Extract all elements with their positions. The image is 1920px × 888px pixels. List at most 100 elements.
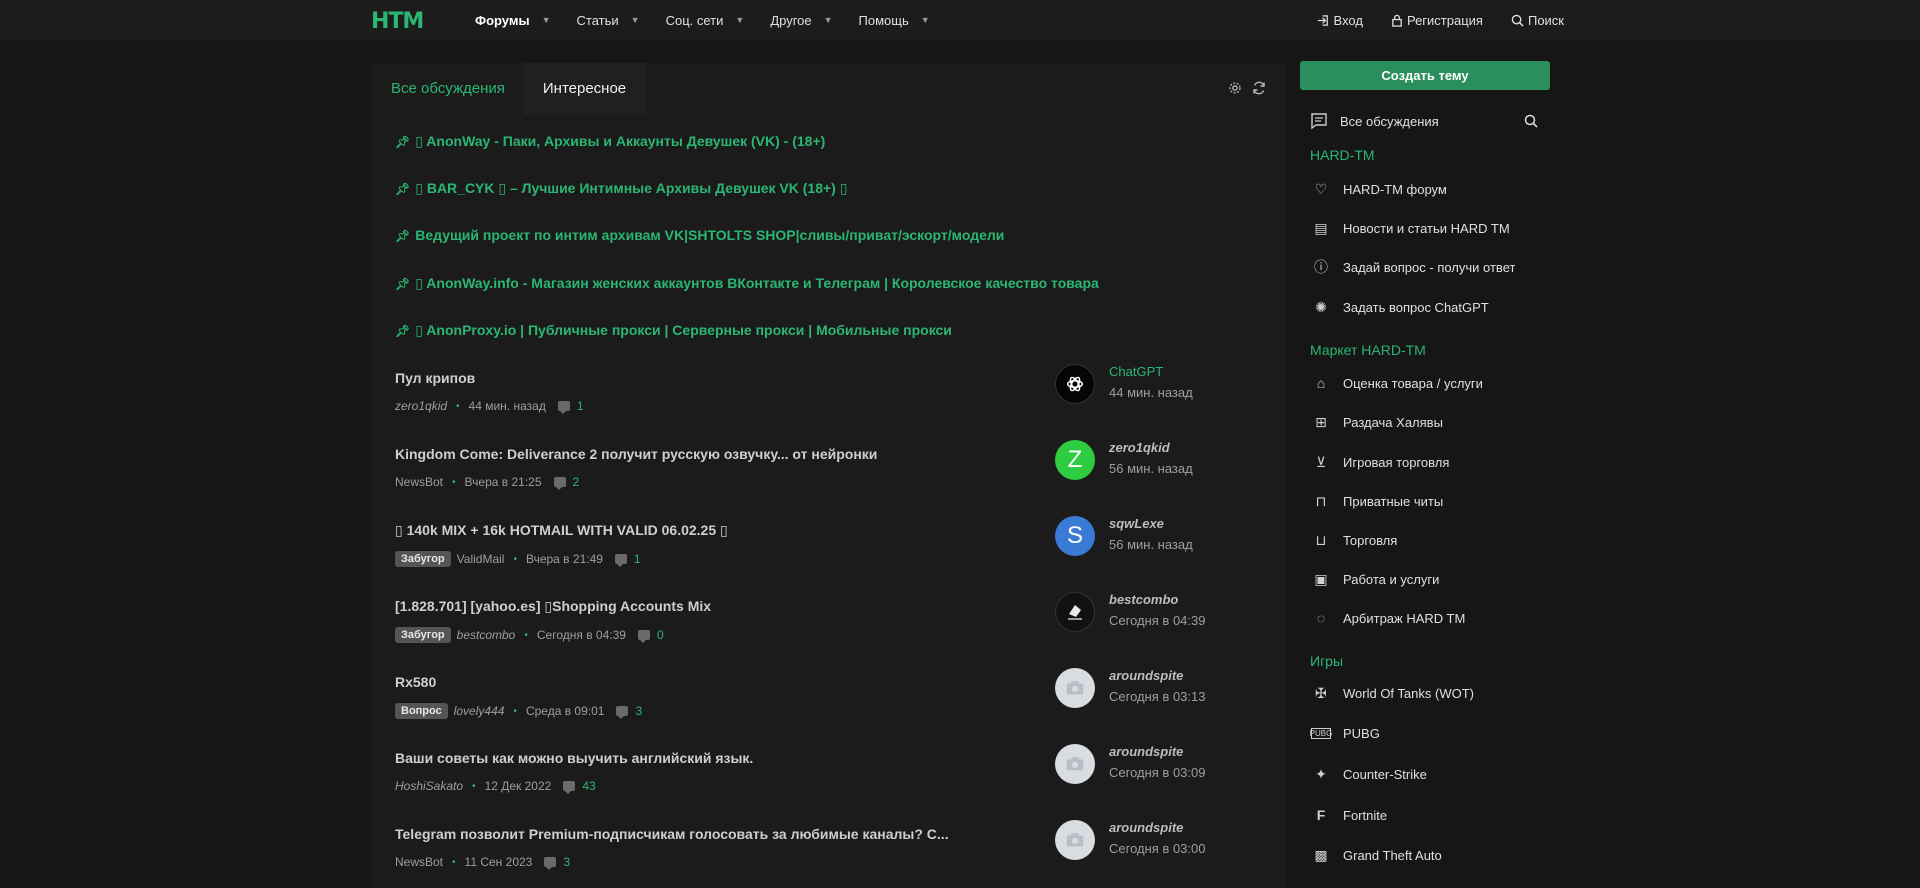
avatar[interactable]: [1055, 668, 1095, 708]
thread-title[interactable]: Пул крипов: [395, 370, 475, 386]
thread-author[interactable]: lovely444: [454, 704, 505, 718]
pin-icon: 📌︎: [395, 229, 411, 243]
nav-forums-label: Форумы: [475, 12, 530, 28]
last-poster[interactable]: aroundspite: [1109, 668, 1183, 683]
sidebar-item-jobs[interactable]: ▣ Работа и услуги: [1300, 561, 1550, 597]
thread-author[interactable]: HoshiSakato: [395, 779, 463, 793]
gear-icon[interactable]: [1228, 81, 1242, 95]
last-poster[interactable]: sqwLexe: [1109, 516, 1164, 531]
reply-count[interactable]: 3: [635, 704, 642, 718]
sticky-thread-title: ▯ AnonWay.info - Магазин женских аккаунт…: [415, 275, 1099, 291]
site-logo[interactable]: HTM: [371, 9, 427, 34]
sticky-thread[interactable]: 📌︎ ▯ AnonWay - Паки, Архивы и Аккаунты Де…: [395, 133, 825, 153]
sidebar-item-cheats[interactable]: ⊓ Приватные читы: [1300, 483, 1550, 519]
account-links: Вход Регистрация Поиск: [1289, 0, 1564, 40]
reply-count[interactable]: 1: [577, 399, 584, 413]
avatar[interactable]: [1055, 820, 1095, 860]
nav-social[interactable]: Соц. сети ▼: [666, 0, 745, 40]
last-post-time: Сегодня в 03:13: [1109, 689, 1206, 704]
prefix-badge[interactable]: Вопрос: [395, 703, 448, 719]
sidebar-item-giveaway[interactable]: ⊞ Раздача Халявы: [1300, 404, 1550, 440]
tab-tools: [1218, 81, 1266, 95]
chatgpt-icon: ✺: [1315, 298, 1327, 315]
sidebar-item-pubg[interactable]: PUBG PUBG: [1300, 715, 1550, 751]
sidebar-item-questions[interactable]: ⓘ Задай вопрос - получи ответ: [1300, 249, 1550, 285]
thread-author[interactable]: NewsBot: [395, 855, 443, 869]
thread-title[interactable]: Telegram позволит Premium-подписчикам го…: [395, 826, 949, 842]
sticky-thread[interactable]: 📌︎ ▯ AnonWay.info - Магазин женских аккау…: [395, 275, 1099, 295]
chevron-down-icon[interactable]: ▼: [542, 15, 551, 25]
prefix-badge[interactable]: Забугор: [395, 627, 451, 643]
last-poster[interactable]: bestcombo: [1109, 592, 1178, 607]
sidebar-all-discussions[interactable]: Все обсуждения: [1300, 103, 1550, 139]
sticky-thread[interactable]: 📌︎ ▯ BAR_CYK ▯ – Лучшие Интимные Архивы Д…: [395, 180, 847, 200]
sidebar-section-title[interactable]: Маркет HARD-TM: [1310, 342, 1426, 358]
reply-count[interactable]: 2: [573, 475, 580, 489]
chevron-down-icon[interactable]: ▼: [824, 15, 833, 25]
avatar[interactable]: [1055, 744, 1095, 784]
thread-title[interactable]: ▯ 140k MIX + 16k HOTMAIL WITH VALID 06.0…: [395, 522, 728, 539]
sidebar-item-label: Grand Theft Auto: [1343, 847, 1442, 863]
login-link[interactable]: Вход: [1317, 0, 1363, 40]
nav-help[interactable]: Помощь ▼: [859, 0, 930, 40]
sticky-thread[interactable]: 📌︎ ▯ AnonProxy.io | Публичные прокси | Се…: [395, 322, 952, 342]
thread-author[interactable]: zero1qkid: [395, 399, 447, 413]
sidebar-item-news[interactable]: ▤ Новости и статьи HARD TM: [1300, 210, 1550, 246]
tag-icon: ⌂: [1316, 375, 1326, 391]
last-poster[interactable]: aroundspite: [1109, 744, 1183, 759]
chevron-down-icon[interactable]: ▼: [921, 15, 930, 25]
last-poster[interactable]: zero1qkid: [1109, 440, 1170, 455]
reply-count[interactable]: 43: [582, 779, 595, 793]
sidebar-item-gta[interactable]: ▩ Grand Theft Auto: [1300, 837, 1550, 873]
thread-title[interactable]: Ваши советы как можно выучить английский…: [395, 750, 753, 766]
sidebar-item-arbitrage[interactable]: ◌ Арбитраж HARD TM: [1300, 600, 1550, 636]
chevron-down-icon[interactable]: ▼: [735, 15, 744, 25]
comment-icon: [616, 706, 629, 719]
sidebar-item-game-trade[interactable]: ⊻ Игровая торговля: [1300, 444, 1550, 480]
create-thread-button[interactable]: Создать тему: [1300, 61, 1550, 90]
reply-count[interactable]: 3: [563, 855, 570, 869]
sidebar-item-label: Оценка товара / услуги: [1343, 375, 1483, 391]
sidebar-item-fortnite[interactable]: F Fortnite: [1300, 797, 1550, 833]
nav-articles[interactable]: Статьи ▼: [577, 0, 640, 40]
tab-all-discussions[interactable]: Все обсуждения: [372, 63, 524, 115]
pubg-icon: PUBG: [1309, 727, 1333, 739]
sidebar-item-forum[interactable]: ♡ HARD-TM форум: [1300, 171, 1550, 207]
thread-author[interactable]: NewsBot: [395, 475, 443, 489]
register-link[interactable]: Регистрация: [1391, 0, 1483, 40]
search-link[interactable]: Поиск: [1511, 0, 1564, 40]
thread-title[interactable]: Rx580: [395, 674, 436, 690]
avatar[interactable]: S: [1055, 516, 1095, 556]
nav-forums[interactable]: Форумы ▼: [475, 0, 551, 40]
comment-icon: [563, 781, 576, 794]
reply-count[interactable]: 1: [634, 552, 641, 566]
thread-author[interactable]: bestcombo: [457, 628, 516, 642]
sidebar-item-rating[interactable]: ⌂ Оценка товара / услуги: [1300, 365, 1550, 401]
avatar[interactable]: Z: [1055, 440, 1095, 480]
reply-count[interactable]: 0: [657, 628, 664, 642]
last-poster[interactable]: ChatGPT: [1109, 364, 1163, 379]
chevron-down-icon[interactable]: ▼: [631, 15, 640, 25]
thread-author[interactable]: ValidMail: [457, 552, 505, 566]
refresh-icon[interactable]: [1252, 81, 1266, 95]
sidebar-item-chatgpt[interactable]: ✺ Задать вопрос ChatGPT: [1300, 289, 1550, 325]
thread-title[interactable]: Kingdom Come: Deliverance 2 получит русс…: [395, 446, 877, 462]
avatar[interactable]: [1055, 364, 1095, 404]
thread-meta: HoshiSakato • 12 Дек 2022 43: [395, 779, 596, 794]
prefix-badge[interactable]: Забугор: [395, 551, 451, 567]
sidebar-section-title[interactable]: HARD-TM: [1310, 147, 1375, 163]
sidebar-section-title[interactable]: Игры: [1310, 653, 1343, 669]
nav-other[interactable]: Другое ▼: [770, 0, 832, 40]
search-icon[interactable]: [1524, 114, 1538, 128]
nav-social-label: Соц. сети: [665, 12, 724, 28]
sidebar-item-cs[interactable]: ✦ Counter-Strike: [1300, 756, 1550, 792]
tab-interesting[interactable]: Интересное: [523, 63, 646, 115]
sidebar-item-trade[interactable]: ⊔ Торговля: [1300, 522, 1550, 558]
last-poster[interactable]: aroundspite: [1109, 820, 1183, 835]
pin-icon: 📌︎: [395, 182, 411, 196]
thread-title[interactable]: [1.828.701] [yahoo.es] ▯Shopping Account…: [395, 598, 711, 615]
sidebar-item-wot[interactable]: ✠ World Of Tanks (WOT): [1300, 675, 1550, 711]
avatar[interactable]: [1055, 592, 1095, 632]
lock-icon: ⊓: [1315, 492, 1327, 509]
sticky-thread[interactable]: 📌︎ Ведущий проект по интим архивам VK|SHT…: [395, 227, 1004, 247]
